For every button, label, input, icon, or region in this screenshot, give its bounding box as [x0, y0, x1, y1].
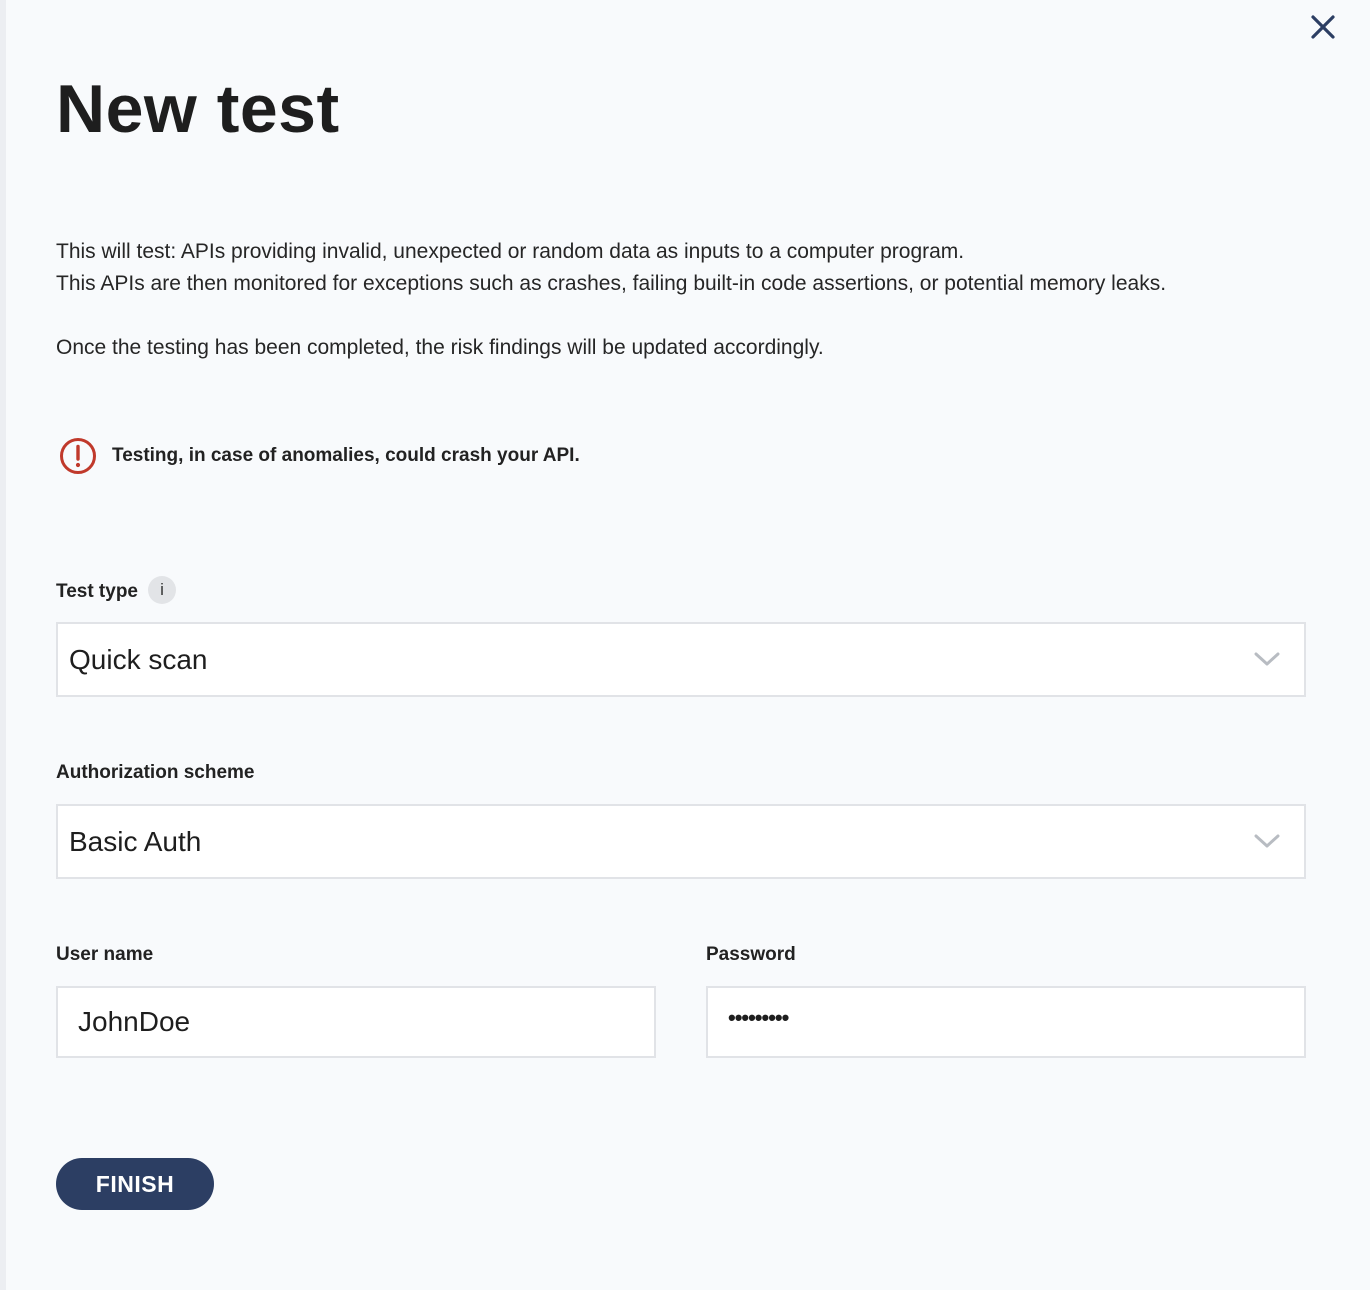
alert-circle-icon [60, 438, 96, 474]
password-label: Password [706, 944, 796, 965]
username-label: User name [56, 944, 154, 965]
info-icon[interactable]: i [148, 576, 177, 604]
description-line: This will test: APIs providing invalid, … [56, 240, 965, 263]
test-type-value: Quick scan [69, 643, 208, 675]
auth-scheme-value: Basic Auth [69, 825, 202, 857]
auth-scheme-select[interactable]: Basic Auth [56, 804, 1306, 879]
chevron-down-icon [1254, 834, 1280, 848]
chevron-down-icon [1254, 652, 1280, 666]
test-type-select[interactable]: Quick scan [56, 622, 1306, 697]
page-title: New test [56, 71, 340, 147]
warning-text: Testing, in case of anomalies, could cra… [112, 445, 580, 466]
username-value: JohnDoe [78, 1006, 191, 1037]
description-line: Once the testing has been completed, the… [56, 336, 824, 359]
close-icon[interactable] [1310, 14, 1336, 40]
close-button[interactable] [1306, 10, 1340, 44]
username-input[interactable]: JohnDoe [56, 986, 656, 1058]
description: This will test: APIs providing invalid, … [56, 236, 1166, 364]
description-line: This APIs are then monitored for excepti… [56, 272, 1167, 295]
new-test-dialog: New test This will test: APIs providing … [0, 0, 1370, 1290]
auth-scheme-label: Authorization scheme [56, 762, 255, 783]
password-value: ••••••••• [728, 1005, 789, 1030]
finish-button[interactable]: FINISH [56, 1158, 214, 1210]
password-input[interactable]: ••••••••• [706, 986, 1306, 1058]
test-type-label-text: Test type [56, 581, 139, 603]
test-type-label: Test type i [56, 576, 177, 606]
warning-banner: Testing, in case of anomalies, could cra… [58, 436, 580, 476]
